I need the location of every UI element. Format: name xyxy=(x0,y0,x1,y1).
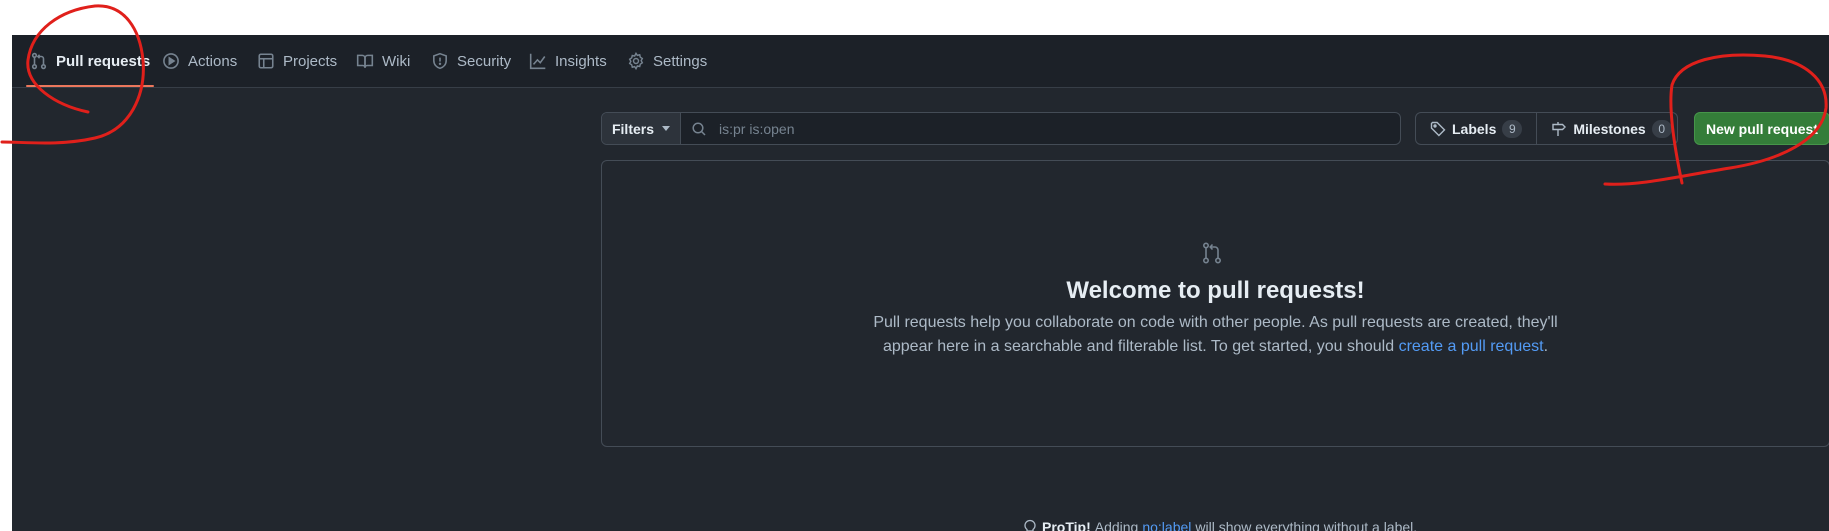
search-icon xyxy=(692,121,706,136)
tab-wiki[interactable]: Wiki xyxy=(356,35,410,87)
labels-counter: 9 xyxy=(1502,119,1523,138)
milestone-icon xyxy=(1552,121,1567,136)
protip-pre: Adding xyxy=(1094,519,1139,531)
description-end: . xyxy=(1543,338,1549,355)
gear-icon xyxy=(627,52,645,70)
protip: ProTip! Adding no:label will show everyt… xyxy=(1022,516,1417,531)
labels-milestones-group: Labels 9 Milestones 0 xyxy=(1415,112,1678,145)
tab-projects[interactable]: Projects xyxy=(257,35,337,87)
pull-request-icon xyxy=(30,52,48,70)
milestones-label: Milestones xyxy=(1573,120,1646,137)
repo-nav: Pull requests Actions Projects Wiki Secu… xyxy=(12,35,1829,88)
no-label-link[interactable]: no:label xyxy=(1142,519,1191,531)
tag-icon xyxy=(1430,121,1446,136)
tab-label: Security xyxy=(457,52,512,70)
milestones-button[interactable]: Milestones 0 xyxy=(1536,113,1685,144)
tab-security[interactable]: Security xyxy=(431,35,511,87)
blankslate-description: Pull requests help you collaborate on co… xyxy=(842,311,1589,359)
labels-button[interactable]: Labels 9 xyxy=(1416,113,1536,144)
caret-down-icon xyxy=(662,126,670,131)
tab-settings[interactable]: Settings xyxy=(627,35,707,87)
create-pull-request-link[interactable]: create a pull request xyxy=(1399,338,1544,355)
tab-pull-requests[interactable]: Pull requests xyxy=(25,35,155,87)
filters-button[interactable]: Filters xyxy=(602,113,681,144)
tab-label: Projects xyxy=(283,52,338,70)
description-line-2: appear here in a searchable and filterab… xyxy=(882,338,1395,355)
search-wrap xyxy=(681,113,1400,144)
book-icon xyxy=(356,52,374,70)
blankslate-title: Welcome to pull requests! xyxy=(1066,277,1365,304)
tab-label: Insights xyxy=(555,52,607,70)
tab-insights[interactable]: Insights xyxy=(529,35,607,87)
description-line-1: Pull requests help you collaborate on co… xyxy=(873,314,1558,331)
filter-bar: Filters xyxy=(601,112,1401,145)
tab-actions[interactable]: Actions xyxy=(162,35,237,87)
tab-label: Settings xyxy=(653,52,708,70)
protip-strong: ProTip! xyxy=(1042,519,1091,531)
labels-label: Labels xyxy=(1452,120,1497,137)
filters-label: Filters xyxy=(611,120,654,137)
tab-label: Pull requests xyxy=(56,52,151,70)
milestones-counter: 0 xyxy=(1651,119,1672,138)
play-icon xyxy=(162,52,180,70)
pull-request-icon xyxy=(1202,242,1222,264)
search-input[interactable] xyxy=(717,119,1400,138)
blankslate: Welcome to pull requests! Pull requests … xyxy=(601,160,1829,447)
tab-label: Actions xyxy=(188,52,238,70)
tab-label: Wiki xyxy=(382,52,411,70)
graph-icon xyxy=(529,52,547,70)
lightbulb-icon xyxy=(1024,519,1036,531)
app-window: Pull requests Actions Projects Wiki Secu… xyxy=(12,35,1829,531)
new-pull-request-button[interactable]: New pull request xyxy=(1694,112,1829,145)
table-icon xyxy=(257,52,275,70)
protip-post: will show everything without a label. xyxy=(1195,519,1418,531)
shield-icon xyxy=(431,52,449,70)
